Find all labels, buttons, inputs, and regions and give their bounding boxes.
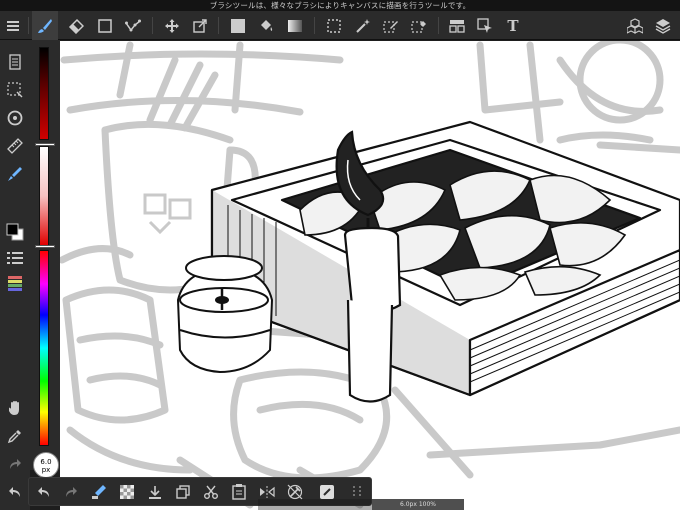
fill-color-button[interactable] [225, 11, 251, 40]
select-pen-button[interactable] [378, 11, 404, 40]
saturation-slider[interactable] [39, 146, 49, 246]
transform-tool-button[interactable] [187, 11, 213, 40]
brush-icon [38, 18, 52, 33]
polyline-icon [125, 19, 141, 31]
hand-tool-button[interactable] [0, 396, 30, 420]
download-icon [148, 485, 161, 499]
selection-menu-button[interactable] [0, 78, 30, 102]
bucket-icon [261, 19, 273, 31]
select-eraser-button[interactable] [406, 11, 432, 40]
drawing-canvas[interactable] [60, 41, 680, 510]
eyedropper-button[interactable] [0, 424, 30, 448]
brush-size-indicator[interactable]: 6.0 px [33, 452, 59, 478]
top-toolbar: T [0, 11, 680, 40]
circle-arrow-icon [7, 110, 23, 126]
gradient-icon [288, 19, 302, 32]
zoom-info-fade [258, 499, 372, 510]
undo-side-button[interactable] [0, 480, 30, 504]
grid-dots-icon [352, 485, 361, 496]
transparency-button[interactable] [113, 478, 140, 505]
move-icon [165, 18, 179, 33]
copy-button[interactable] [169, 478, 196, 505]
color-slider-panel [30, 40, 60, 470]
transform-icon [193, 18, 207, 33]
magic-wand-icon [356, 18, 370, 33]
panel-layout-button[interactable] [444, 11, 470, 40]
hue-slider[interactable] [39, 250, 49, 446]
menu-button[interactable] [0, 11, 26, 40]
paste-button[interactable] [225, 478, 252, 505]
pen-cursor-icon [91, 484, 106, 499]
text-tool-button[interactable]: T [500, 11, 526, 40]
redo-side-button[interactable] [0, 452, 30, 476]
selection-icon [7, 82, 23, 98]
redo-icon [65, 486, 77, 497]
hand-icon [9, 401, 19, 415]
brush-tool-button[interactable] [32, 11, 58, 40]
page-manager-button[interactable] [0, 50, 30, 74]
undo-icon [37, 486, 49, 497]
cubes-icon [627, 17, 643, 34]
import-button[interactable] [141, 478, 168, 505]
brush-size-value: 6.0 [40, 458, 52, 466]
snap-icon [319, 484, 334, 499]
copy-icon [175, 484, 190, 499]
select-eraser-icon [411, 20, 426, 33]
palette-icon [8, 276, 22, 291]
pen-fill-icon [8, 167, 22, 181]
eraser-icon [68, 18, 84, 34]
rectangle-icon [98, 18, 112, 33]
cursor-select-icon [477, 17, 492, 33]
text-icon: T [507, 16, 519, 35]
move-tool-button[interactable] [159, 11, 185, 40]
dot-tool-button[interactable] [120, 11, 146, 40]
zoom-info: 6.0px 100% [372, 499, 464, 510]
gradient-tool-button[interactable] [282, 11, 308, 40]
layer-list-button[interactable] [0, 246, 30, 270]
brush-settings-button[interactable] [0, 106, 30, 130]
status-bar: ブラシツールは、様々なブラシによりキャンバスに描画を行うツールです。 [0, 0, 680, 11]
list-icon [7, 252, 23, 264]
pen-cursor-button[interactable] [85, 478, 112, 505]
panel-layout-icon [449, 19, 465, 33]
brush-size-unit: px [41, 466, 51, 474]
hamburger-icon [7, 20, 19, 31]
undo-icon [9, 487, 20, 497]
saturation-knob[interactable] [35, 245, 55, 248]
magic-wand-button[interactable] [350, 11, 376, 40]
ruler-button[interactable] [0, 134, 30, 158]
left-sidebar [0, 40, 30, 510]
redo-icon [10, 459, 21, 469]
scissors-icon [203, 485, 218, 499]
materials-button[interactable] [622, 11, 648, 40]
color-swatch-button[interactable] [0, 220, 30, 244]
cut-button[interactable] [197, 478, 224, 505]
brightness-slider[interactable] [39, 47, 49, 140]
snap-off-icon [287, 484, 302, 499]
operation-button[interactable] [472, 11, 498, 40]
select-pen-icon [383, 20, 398, 33]
checkerboard-icon [119, 484, 134, 499]
fill-square-icon [231, 18, 245, 33]
status-text: ブラシツールは、様々なブラシによりキャンバスに描画を行うツールです。 [209, 1, 471, 10]
ruler-icon [7, 138, 23, 154]
page-icon [9, 54, 21, 70]
zoom-text: 6.0px 100% [400, 501, 436, 508]
fill-settings-button[interactable] [0, 162, 30, 186]
select-rect-button[interactable] [321, 11, 347, 40]
clipboard-icon [231, 483, 246, 500]
eraser-tool-button[interactable] [63, 11, 89, 40]
redo-button[interactable] [57, 478, 84, 505]
canvas-illustration [60, 41, 680, 509]
layers-icon [655, 18, 671, 34]
palette-button[interactable] [0, 272, 30, 296]
shape-tool-button[interactable] [92, 11, 118, 40]
eyedropper-icon [7, 430, 21, 444]
bucket-tool-button[interactable] [253, 11, 279, 40]
undo-button[interactable] [30, 478, 57, 505]
flip-icon [259, 485, 275, 498]
color-swatch-icon [6, 223, 24, 241]
marquee-icon [327, 18, 341, 33]
layers-button[interactable] [650, 11, 676, 40]
